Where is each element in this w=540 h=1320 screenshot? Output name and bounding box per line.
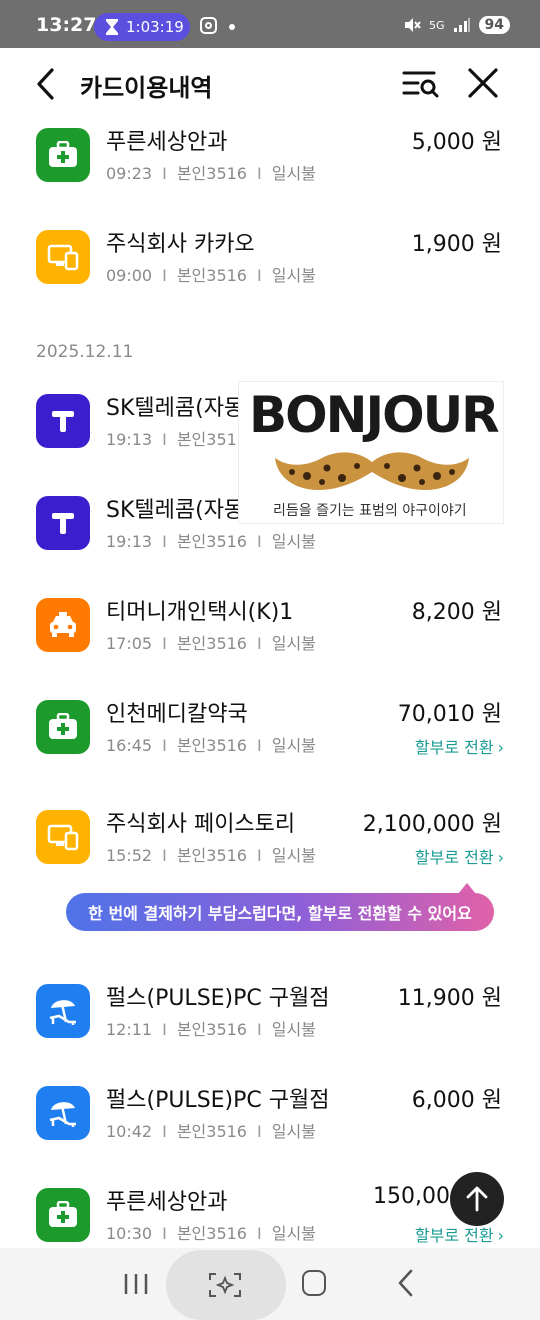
installment-convert-link[interactable]: 할부로 전환 › (415, 1222, 504, 1246)
merchant-name: 인천메디칼약국 (106, 702, 248, 727)
status-right: 5G 94 (403, 16, 510, 34)
close-button[interactable] (466, 66, 500, 100)
battery-indicator: 94 (478, 16, 510, 34)
telecom-icon (36, 496, 90, 550)
transaction-amount: 2,100,000 원 (362, 812, 502, 837)
chevron-right-icon: › (497, 848, 504, 867)
transaction-row[interactable]: 티머니개인택시(K)1 17:05 I 본인3516 I 일시불 8,200 원 (0, 598, 540, 688)
mustache-icon (275, 452, 469, 490)
hospital-icon (36, 1188, 90, 1242)
scroll-top-button[interactable] (450, 1172, 504, 1226)
merchant-name: SK텔레콤(자동 (106, 498, 245, 523)
installment-convert-link[interactable]: 할부로 전환 › (415, 734, 504, 758)
transaction-meta: 10:42 I 본인3516 I 일시불 (106, 1122, 316, 1141)
recent-apps-button[interactable] (122, 1272, 150, 1296)
capture-icon (209, 1273, 241, 1297)
merchant-name: 푸른세상안과 (106, 1190, 228, 1215)
merchant-name: 주식회사 페이스토리 (106, 812, 296, 837)
transaction-meta: 17:05 I 본인3516 I 일시불 (106, 634, 316, 653)
chevron-right-icon: › (497, 1226, 504, 1245)
transaction-amount: 1,900 원 (411, 232, 502, 257)
transaction-meta: 15:52 I 본인3516 I 일시불 (106, 846, 316, 865)
network-type: 5G (428, 18, 445, 32)
merchant-name: 푸른세상안과 (106, 130, 228, 155)
transaction-meta: 09:00 I 본인3516 I 일시불 (106, 266, 316, 285)
leisure-icon (36, 1086, 90, 1140)
installment-convert-link[interactable]: 할부로 전환 › (415, 844, 504, 868)
transaction-amount: 6,000 원 (411, 1088, 502, 1113)
home-button[interactable] (302, 1270, 326, 1296)
notification-dot-icon (229, 24, 235, 30)
hospital-icon (36, 700, 90, 754)
merchant-name: 주식회사 카카오 (106, 232, 255, 257)
merchant-name: 펄스(PULSE)PC 구월점 (106, 986, 330, 1011)
instagram-icon (200, 17, 217, 34)
transaction-row[interactable]: 푸른세상안과 09:23 I 본인3516 I 일시불 5,000 원 (0, 128, 540, 218)
taxi-icon (36, 598, 90, 652)
transaction-meta: 19:13 I 본인3516 I 일시불 (106, 532, 316, 551)
hospital-icon (36, 128, 90, 182)
timer-value: 1:03:19 (126, 18, 184, 36)
transaction-amount: 70,010 원 (397, 702, 502, 727)
ad-tagline: 리듬을 즐기는 표범의 야구이야기 (273, 503, 467, 519)
transaction-meta: 19:13 I 본인351 (106, 430, 237, 449)
ad-brand: BONJOUR (249, 386, 500, 444)
merchant-name: 펄스(PULSE)PC 구월점 (106, 1088, 330, 1113)
arrow-up-icon (466, 1186, 488, 1212)
transaction-amount: 5,000 원 (411, 130, 502, 155)
back-button[interactable] (32, 66, 62, 102)
transaction-meta: 09:23 I 본인3516 I 일시불 (106, 164, 316, 183)
hourglass-icon (106, 19, 118, 35)
transaction-amount: 150,00 (373, 1184, 450, 1209)
system-back-button[interactable] (396, 1268, 416, 1298)
transaction-row[interactable]: 펄스(PULSE)PC 구월점 10:42 I 본인3516 I 일시불 6,000 원 (0, 1086, 540, 1176)
transaction-row[interactable]: 인천메디칼약국 16:45 I 본인3516 I 일시불 70,010 원 할부로 전환… (0, 700, 540, 790)
app-header: 카드이용내역 (0, 48, 540, 120)
page-title: 카드이용내역 (80, 74, 213, 102)
device-icon (36, 230, 90, 284)
search-filter-button[interactable] (402, 68, 440, 100)
device-icon (36, 810, 90, 864)
transaction-meta: 16:45 I 본인3516 I 일시불 (106, 736, 316, 755)
banner-ad[interactable]: BONJOUR 리듬을 즐기는 표범의 야구이야기 (238, 381, 504, 524)
signal-icon (453, 18, 470, 32)
transaction-amount: 11,900 원 (397, 986, 502, 1011)
transaction-row[interactable]: 펄스(PULSE)PC 구월점 12:11 I 본인3516 I 일시불 11,900 … (0, 984, 540, 1074)
system-nav-bar (0, 1248, 540, 1320)
telecom-icon (36, 394, 90, 448)
transaction-meta: 10:30 I 본인3516 I 일시불 (106, 1224, 316, 1243)
leisure-icon (36, 984, 90, 1038)
transaction-meta: 12:11 I 본인3516 I 일시불 (106, 1020, 316, 1039)
status-bar: 13:27 1:03:19 5G 94 (0, 0, 540, 48)
merchant-name: 티머니개인택시(K)1 (106, 600, 294, 625)
date-group-label: 2025.12.11 (36, 342, 134, 362)
mute-icon (404, 18, 421, 32)
chevron-right-icon: › (497, 738, 504, 757)
transaction-amount: 8,200 원 (411, 600, 502, 625)
status-time: 13:27 (36, 14, 97, 36)
transaction-row[interactable]: 주식회사 카카오 09:00 I 본인3516 I 일시불 1,900 원 (0, 230, 540, 320)
timer-pill: 1:03:19 (94, 13, 190, 41)
installment-tooltip[interactable]: 한 번에 결제하기 부담스럽다면, 할부로 전환할 수 있어요 (66, 893, 494, 931)
merchant-name: SK텔레콤(자동 (106, 396, 245, 421)
